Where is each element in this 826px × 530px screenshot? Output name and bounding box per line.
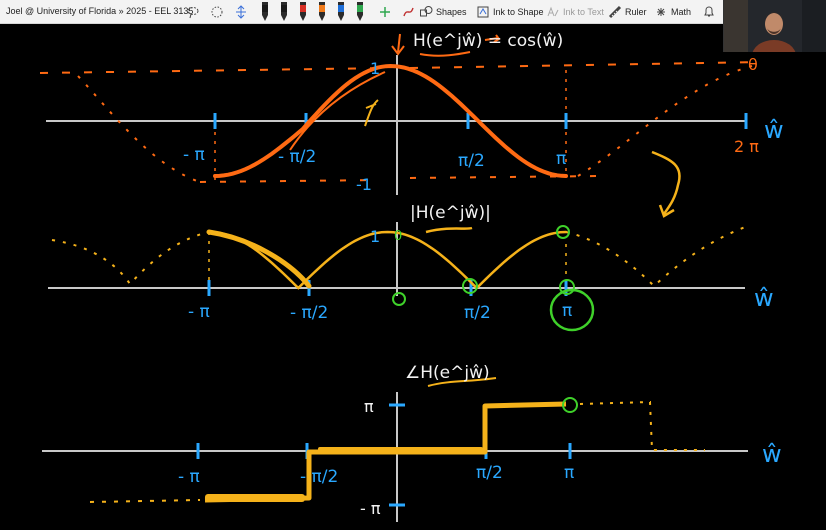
bell-button[interactable]: [702, 3, 716, 21]
plot3-extension-left: [89, 499, 201, 503]
dotted-circle-icon: [211, 6, 223, 18]
plot1-label-neg-pi: - π: [183, 145, 205, 165]
plot-3: ∠H(e^jŵ) π - π - π - π/2 π/2 π ŵ: [42, 363, 782, 522]
add-pen-button[interactable]: [378, 3, 392, 21]
plot3-label-pi-half: π/2: [476, 463, 503, 483]
plot2-title-underline: [425, 226, 473, 234]
plot2-label-neg-pi-half: - π/2: [290, 303, 328, 323]
plot1-dashed-level-neg-one: [199, 175, 601, 183]
pen-black-button[interactable]: [258, 1, 272, 23]
ink-canvas[interactable]: H(e^jŵ) = cos(ŵ) 1 -1 - π - π/2 π/2 π 2 …: [0, 24, 826, 530]
plot2-extension-right: [565, 225, 749, 288]
plus-icon: [380, 7, 390, 17]
shapes-label: Shapes: [436, 7, 467, 17]
phase-step-filled-center: [318, 447, 483, 453]
plot1-axis-variable: ŵ: [764, 116, 784, 144]
shapes-button[interactable]: Shapes: [419, 3, 467, 21]
pen-gallery: [258, 1, 374, 23]
ink-to-text-button[interactable]: Ink to Text: [546, 3, 604, 21]
plot1-dotted-guides: [214, 70, 567, 182]
bell-icon: [704, 6, 714, 17]
plot2-marker-zero-origin: [392, 292, 406, 306]
window-title: Joel @ University of Florida » 2025 - EE…: [6, 6, 194, 16]
pen-blue-button[interactable]: [334, 1, 348, 23]
pen-black-2-button[interactable]: [277, 1, 291, 23]
plot1-title: H(e^jŵ) = cos(ŵ): [413, 31, 563, 51]
math-label: Math: [671, 7, 692, 17]
plot3-label-pi-level: π: [364, 397, 374, 416]
plot1-label-two-pi: 2 π: [734, 137, 759, 156]
ink-to-shape-button[interactable]: Ink to Shape: [476, 3, 544, 21]
math-icon: [657, 8, 665, 16]
plot-2: |H(e^jŵ)| 1 0 - π - π/2 π/2 π ŵ: [48, 203, 774, 332]
plot2-axis-variable: ŵ: [754, 284, 774, 312]
magnitude-curve: [207, 230, 568, 290]
shapes-icon: [420, 6, 433, 17]
plot1-label-pi: π: [556, 149, 566, 169]
ruler-label: Ruler: [625, 7, 647, 17]
plot1-label-pi-half: π/2: [458, 151, 485, 171]
lasso-select-icon: [187, 7, 199, 19]
plot2-label-neg-pi: - π: [188, 302, 210, 322]
plot2-title: |H(e^jŵ)|: [410, 203, 491, 223]
phase-step-filled-left: [205, 494, 305, 502]
plot2-label-pi-half: π/2: [464, 303, 491, 323]
plot1-label-neg-pi-half: - π/2: [278, 147, 316, 167]
pen-red-button[interactable]: [296, 1, 310, 23]
plot3-extension-right: [579, 400, 705, 451]
plot-1: H(e^jŵ) = cos(ŵ) 1 -1 - π - π/2 π/2 π 2 …: [39, 31, 784, 218]
plot3-label-pi: π: [564, 463, 574, 483]
add-space-tool[interactable]: [234, 3, 248, 21]
plot3-title: ∠H(e^jŵ): [405, 363, 490, 383]
plot2-label-zero: 0: [394, 229, 402, 244]
ruler-button[interactable]: Ruler: [608, 3, 647, 21]
plot2-extension-left: [51, 231, 210, 286]
pen-green-button[interactable]: [353, 1, 367, 23]
plot2-label-pi: π: [562, 301, 572, 321]
plot3-axis-variable: ŵ: [762, 440, 782, 468]
ribbon-toolbar: Joel @ University of Florida » 2025 - EE…: [0, 0, 826, 24]
plot1-yellow-arrow: [364, 99, 379, 127]
ink-to-shape-label: Ink to Shape: [493, 7, 544, 17]
plot1-label-one: 1: [370, 59, 380, 78]
lasso-select-tool[interactable]: [186, 3, 200, 21]
ink-to-shape-icon: [477, 6, 489, 18]
ink-to-text-icon: [547, 6, 559, 17]
pen-orange-button[interactable]: [315, 1, 329, 23]
plot2-label-one: 1: [370, 227, 380, 246]
magnitude-curve-bold-left: [206, 229, 312, 289]
math-button[interactable]: Math: [654, 3, 691, 21]
plot3-label-neg-pi-half: - π/2: [300, 467, 338, 487]
plot3-label-neg-pi: - π: [178, 467, 200, 487]
ink-to-text-label: Ink to Text: [563, 7, 604, 17]
plot3-label-neg-pi-level: - π: [360, 499, 381, 518]
insert-space-tool[interactable]: [210, 3, 224, 21]
eraser-tool[interactable]: [401, 3, 415, 21]
plot1-label-neg-one: -1: [356, 175, 372, 194]
plot1-yellow-bracket-arrow: [651, 150, 681, 218]
ink-replay-icon: [403, 7, 414, 17]
plot1-label-theta: θ: [748, 55, 758, 74]
plot1-periodic-extension-left: [77, 75, 201, 183]
ruler-icon: [608, 5, 622, 19]
plot1-orange-top-arrow: [391, 33, 405, 56]
vertical-arrows-icon: [236, 5, 246, 19]
